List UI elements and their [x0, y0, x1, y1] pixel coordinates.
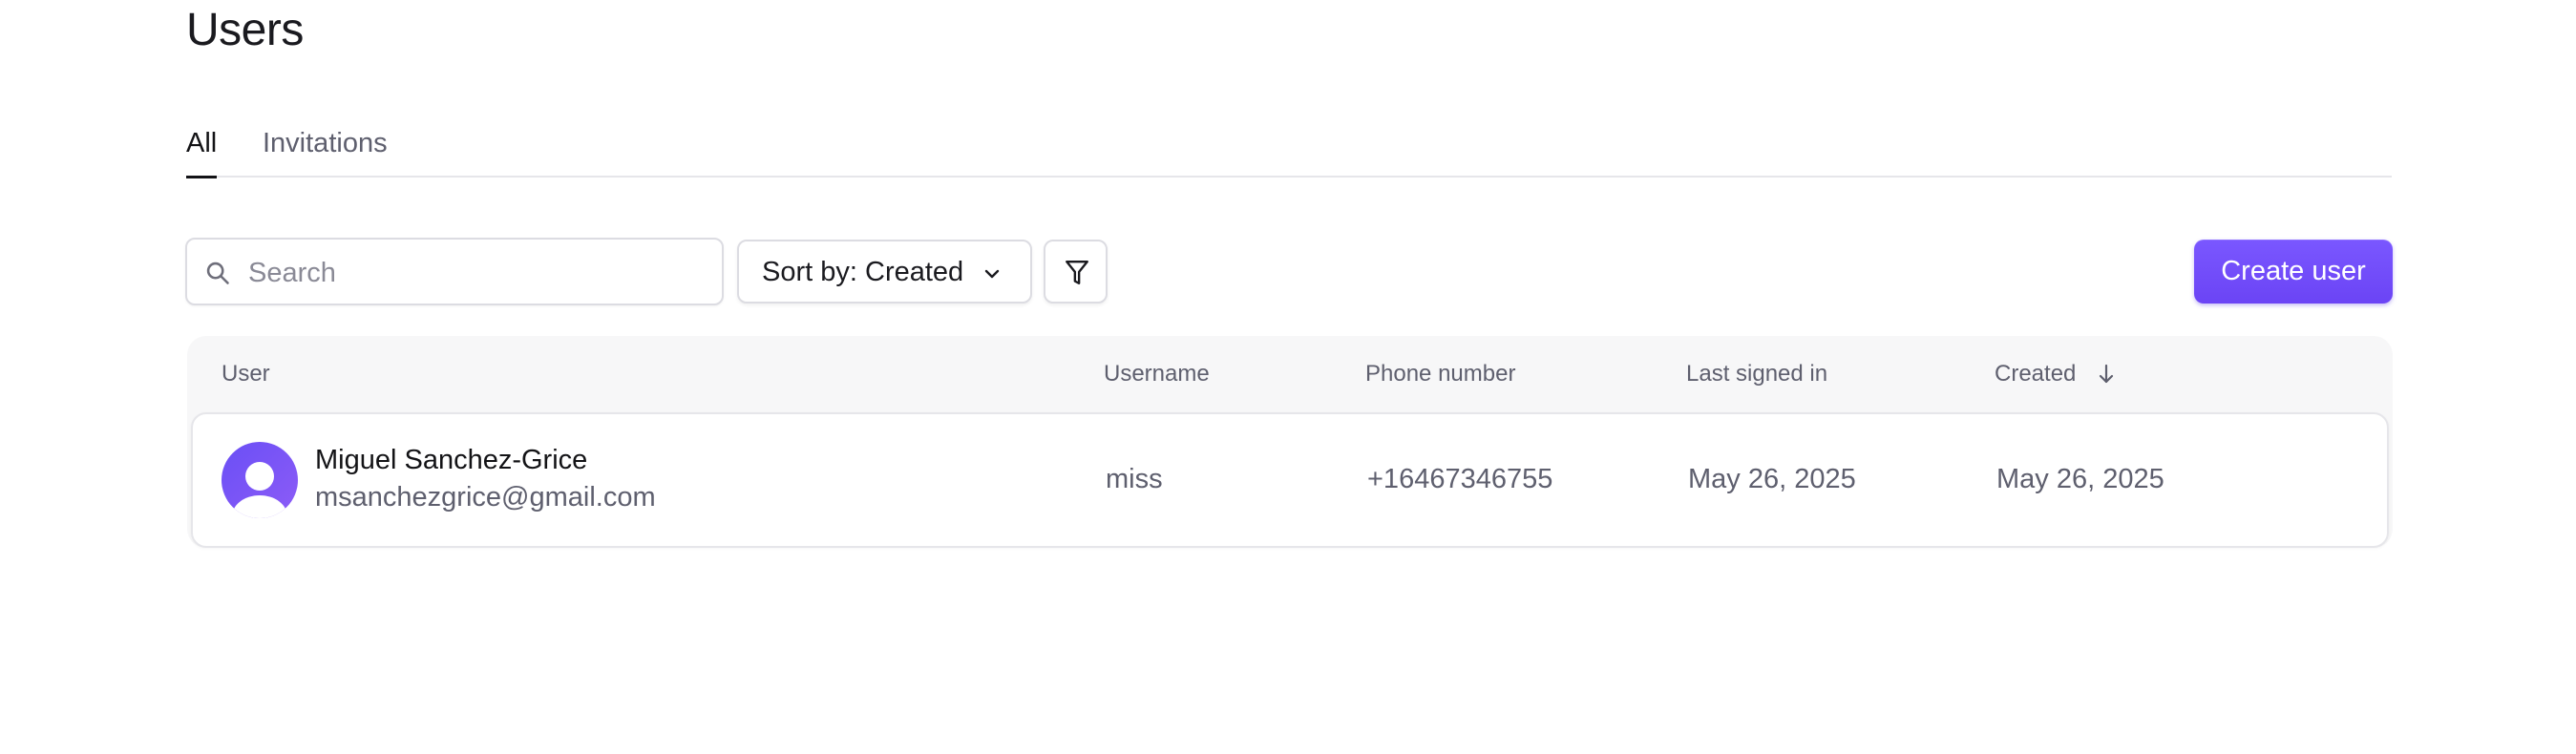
column-header-username[interactable]: Username	[1104, 359, 1210, 389]
search-input[interactable]: Search	[185, 238, 724, 305]
chevron-down-icon	[984, 269, 1000, 279]
tab-bar: All Invitations	[186, 124, 2392, 178]
column-header-user[interactable]: User	[222, 359, 270, 389]
user-email: msanchezgrice@gmail.com	[315, 482, 656, 513]
tab-invitations[interactable]: Invitations	[263, 124, 388, 162]
table-row[interactable]: Miguel Sanchez-Grice msanchezgrice@gmail…	[191, 412, 2389, 548]
avatar-head	[245, 462, 274, 491]
column-header-created[interactable]: Created	[1995, 359, 2076, 389]
search-icon	[206, 262, 229, 284]
column-header-last-signed-in[interactable]: Last signed in	[1686, 359, 1827, 389]
sort-label: Sort by:	[762, 257, 857, 287]
avatar-body	[232, 495, 287, 518]
filter-icon	[1066, 260, 1088, 284]
sort-value: Created	[865, 257, 964, 287]
active-tab-indicator	[186, 176, 217, 178]
arrow-down-icon[interactable]	[2097, 363, 2116, 386]
user-name: Miguel Sanchez-Grice	[315, 445, 588, 475]
users-page: Users All Invitations Search Sort by: Cr…	[0, 0, 2576, 754]
page-title: Users	[186, 5, 304, 55]
user-last-signed-in: May 26, 2025	[1688, 464, 1856, 494]
users-table: User Username Phone number Last signed i…	[187, 336, 2393, 548]
search-placeholder: Search	[248, 258, 336, 288]
toolbar: Search Sort by: Created Create user	[185, 238, 2393, 305]
sort-dropdown[interactable]: Sort by: Created	[737, 240, 1032, 304]
filter-button[interactable]	[1044, 240, 1108, 304]
user-username: miss	[1106, 464, 1163, 494]
avatar	[222, 442, 298, 518]
create-user-button[interactable]: Create user	[2194, 240, 2393, 304]
column-header-phone[interactable]: Phone number	[1365, 359, 1515, 389]
tab-all[interactable]: All	[186, 124, 217, 162]
user-phone: +16467346755	[1367, 464, 1553, 494]
user-created: May 26, 2025	[1996, 464, 2164, 494]
